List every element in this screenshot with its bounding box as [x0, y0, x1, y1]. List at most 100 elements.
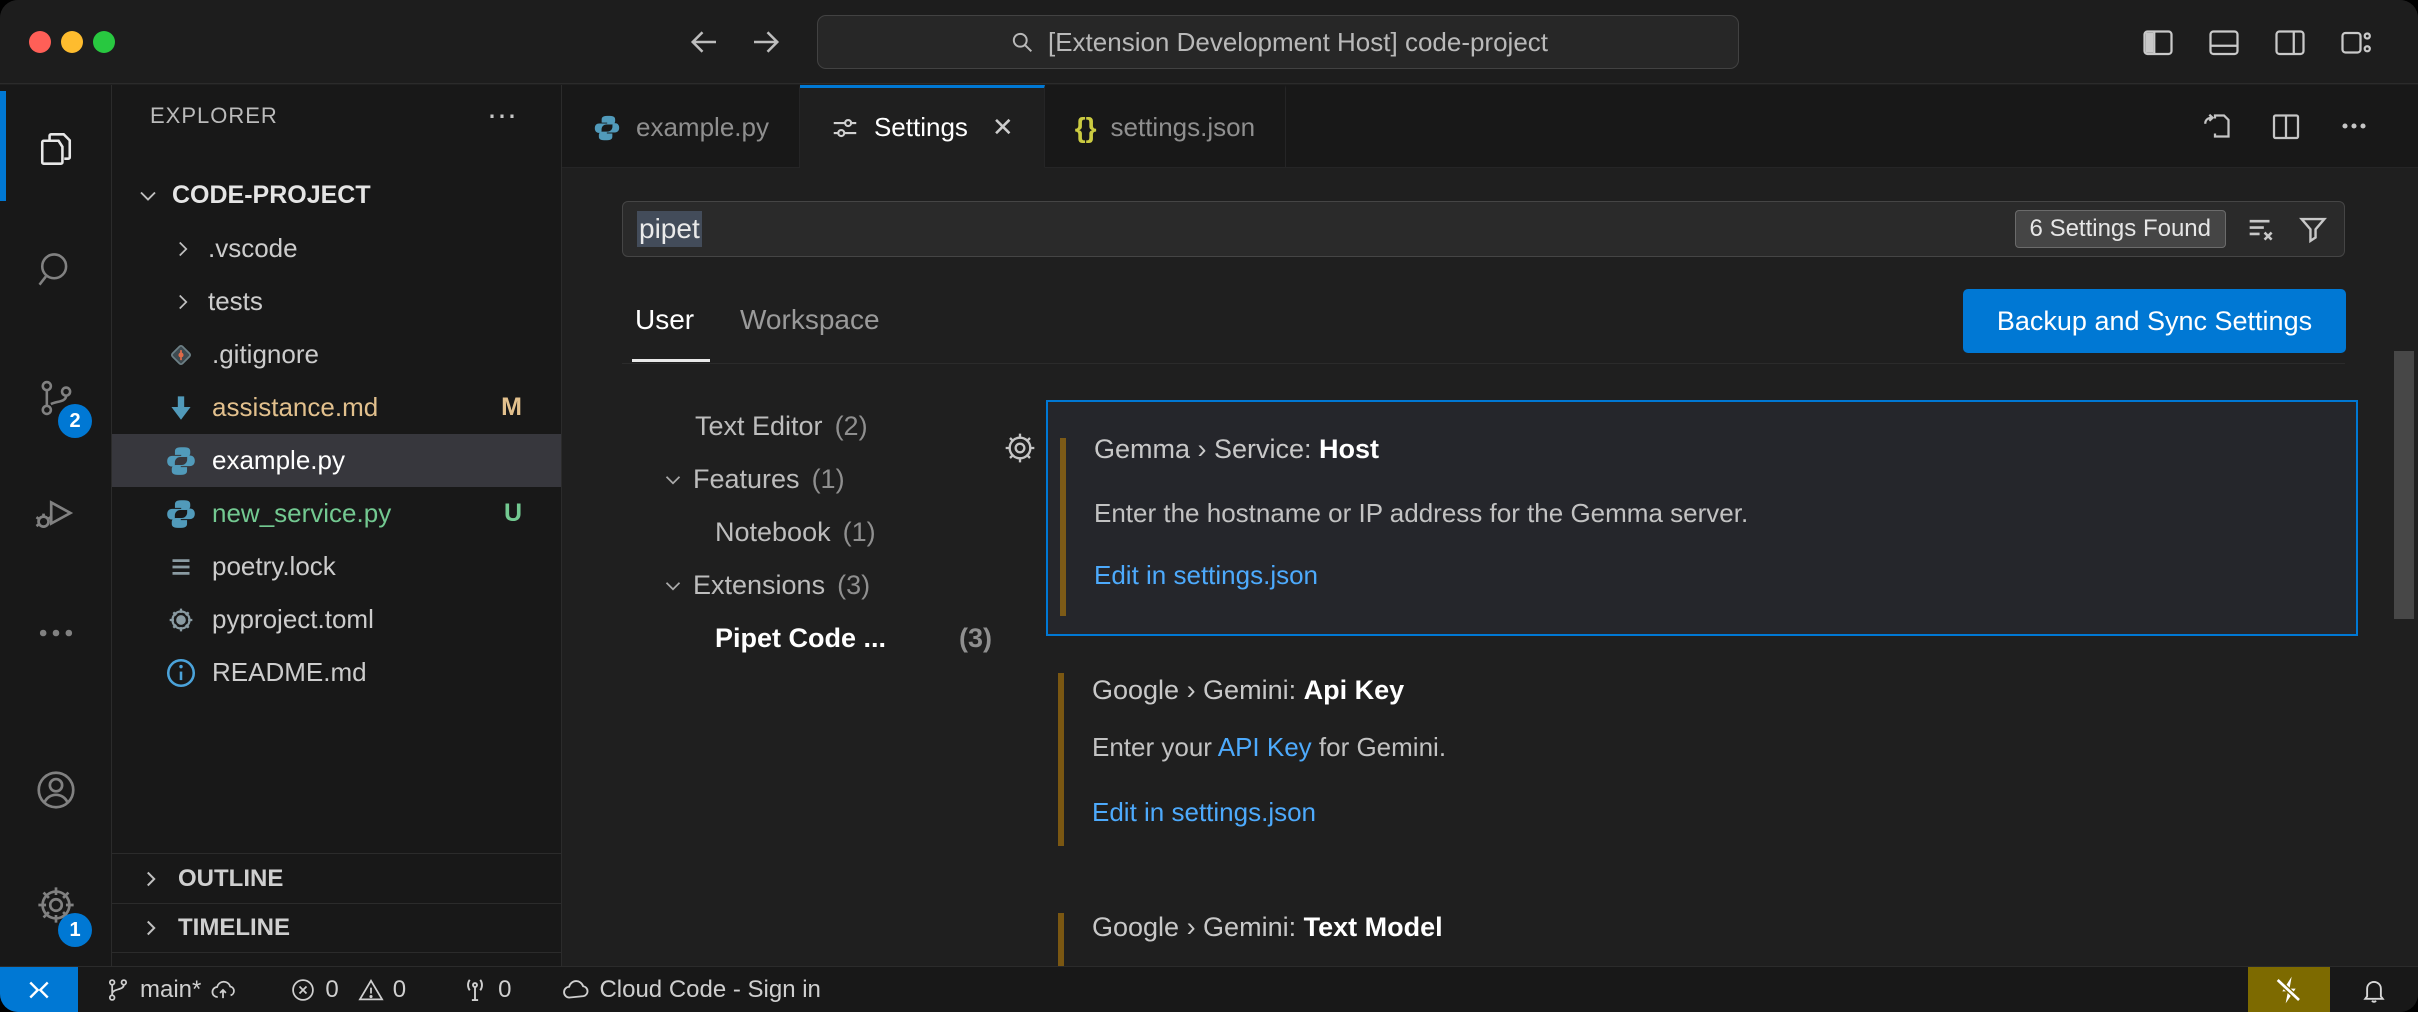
tree-item-pyproject-toml[interactable]: pyproject.toml [112, 593, 562, 646]
setting-title: Google › Gemini: Text Model [1092, 912, 1443, 943]
modified-indicator [1060, 438, 1066, 616]
chevron-right-icon [170, 289, 196, 315]
window-title: [Extension Development Host] code-projec… [1048, 27, 1548, 58]
activity-bar: 2 1 [0, 85, 112, 966]
chevron-right-icon [138, 866, 164, 892]
cloud-code-label: Cloud Code - Sign in [599, 976, 820, 1004]
vscode-window: [Extension Development Host] code-projec… [0, 0, 2418, 1012]
backup-sync-settings-button[interactable]: Backup and Sync Settings [1963, 289, 2346, 353]
scope-tab-user[interactable]: User [635, 304, 694, 336]
toggle-primary-sidebar-icon[interactable] [2140, 24, 2176, 60]
settings-search-input[interactable]: pipet 6 Settings Found [622, 201, 2345, 257]
setting-description: Enter your API Key for Gemini. [1092, 732, 1446, 763]
clear-settings-search-icon[interactable] [2244, 212, 2278, 246]
modified-indicator [1058, 673, 1064, 846]
setting-row-google-gemini-text-model[interactable]: Google › Gemini: Text Model [1046, 905, 2358, 966]
ports-count: 0 [498, 976, 511, 1004]
explorer-title: EXPLORER [150, 103, 278, 129]
close-tab-icon[interactable]: ✕ [992, 112, 1014, 143]
tree-item-example-py[interactable]: example.py [112, 434, 562, 487]
edit-in-settings-json-link[interactable]: Edit in settings.json [1094, 560, 1318, 591]
remote-indicator[interactable] [0, 967, 78, 1012]
settings-toc: Text Editor (2) Features (1) Notebook (1… [622, 400, 1014, 665]
chevron-down-icon [660, 573, 690, 599]
tree-root-code-project[interactable]: CODE-PROJECT [112, 169, 562, 222]
settings-sliders-icon [830, 113, 860, 143]
scrollbar-thumb[interactable] [2394, 351, 2414, 619]
toc-item-extensions[interactable]: Extensions (3) [622, 559, 1014, 612]
git-modified-badge: M [501, 393, 522, 422]
settings-list: Gemma › Service: Host Enter the hostname… [1046, 400, 2358, 966]
chevron-down-icon [134, 182, 162, 210]
search-view-icon[interactable] [0, 220, 112, 320]
run-debug-view-icon[interactable] [0, 463, 112, 563]
settings-gear-icon[interactable]: 1 [0, 855, 112, 955]
tree-item-gitignore[interactable]: .gitignore [112, 328, 562, 381]
setting-actions-gear-icon[interactable] [1000, 428, 1040, 468]
chevron-right-icon [138, 915, 164, 941]
tree-item-vscode-folder[interactable]: .vscode [112, 222, 562, 275]
tree-item-readme-md[interactable]: README.md [112, 646, 562, 699]
python-file-icon [164, 497, 198, 531]
scope-tab-workspace[interactable]: Workspace [740, 304, 880, 336]
tree-item-assistance-md[interactable]: assistance.md M [112, 381, 562, 434]
explorer-more-actions-icon[interactable]: ⋯ [487, 99, 519, 134]
additional-views-icon[interactable] [0, 583, 112, 683]
cloud-code-item[interactable]: Cloud Code - Sign in [561, 975, 820, 1005]
editor-more-actions-icon[interactable] [2336, 108, 2372, 144]
git-branch-item[interactable]: main* [104, 976, 237, 1004]
toc-item-pipet-code[interactable]: Pipet Code ... (3) [622, 612, 1014, 665]
modified-indicator [1058, 913, 1064, 966]
tab-settings-json[interactable]: {} settings.json [1045, 85, 1286, 168]
settings-found-badge: 6 Settings Found [2015, 210, 2226, 248]
zoom-window-button[interactable] [93, 31, 115, 53]
toggle-secondary-sidebar-icon[interactable] [2272, 24, 2308, 60]
split-editor-icon[interactable] [2268, 108, 2304, 144]
settings-search-value: pipet [637, 211, 702, 247]
active-scope-underline [632, 359, 710, 362]
explorer-view-icon[interactable] [0, 99, 112, 199]
notifications-bell-icon[interactable] [2330, 975, 2418, 1005]
ports-item[interactable]: 0 [460, 975, 511, 1005]
errors-icon [289, 976, 317, 1004]
warnings-icon [357, 976, 385, 1004]
setting-row-gemma-service-host[interactable]: Gemma › Service: Host Enter the hostname… [1046, 400, 2358, 636]
lock-file-icon [164, 550, 198, 584]
screencast-mode-item[interactable] [2248, 967, 2330, 1012]
toc-item-notebook[interactable]: Notebook (1) [622, 506, 1014, 559]
open-settings-json-icon[interactable] [2200, 108, 2236, 144]
timeline-section-header[interactable]: TIMELINE [112, 903, 562, 953]
tab-settings[interactable]: Settings ✕ [800, 85, 1045, 168]
command-center[interactable]: [Extension Development Host] code-projec… [817, 15, 1739, 69]
markdown-file-icon [164, 391, 198, 425]
settings-editor: pipet 6 Settings Found User Workspace Ba… [562, 168, 2418, 966]
source-control-view-icon[interactable]: 2 [0, 348, 112, 448]
tree-item-tests-folder[interactable]: tests [112, 275, 562, 328]
explorer-sidebar: EXPLORER ⋯ CODE-PROJECT .vscode tests [112, 85, 562, 966]
chevron-right-icon [170, 236, 196, 262]
error-count: 0 [325, 976, 338, 1004]
setting-row-google-gemini-api-key[interactable]: Google › Gemini: Api Key Enter your API … [1046, 660, 2358, 865]
problems-item[interactable]: 0 0 [289, 976, 406, 1004]
flash-off-icon [2273, 974, 2305, 1006]
tab-example-py[interactable]: example.py [562, 85, 800, 168]
edit-in-settings-json-link[interactable]: Edit in settings.json [1092, 797, 1316, 828]
filter-settings-icon[interactable] [2296, 212, 2330, 246]
api-key-link[interactable]: API Key [1218, 732, 1312, 762]
close-window-button[interactable] [29, 31, 51, 53]
python-file-icon [592, 113, 622, 143]
minimize-window-button[interactable] [61, 31, 83, 53]
tree-item-new-service-py[interactable]: new_service.py U [112, 487, 562, 540]
tab-strip: example.py Settings ✕ {} settings.json [562, 85, 2418, 168]
customize-layout-icon[interactable] [2338, 24, 2374, 60]
tree-item-poetry-lock[interactable]: poetry.lock [112, 540, 562, 593]
toggle-panel-icon[interactable] [2206, 24, 2242, 60]
navigate-back-button[interactable] [686, 24, 722, 60]
navigate-forward-button[interactable] [748, 24, 784, 60]
outline-section-header[interactable]: OUTLINE [112, 853, 562, 903]
toc-item-features[interactable]: Features (1) [622, 453, 1014, 506]
radio-tower-icon [460, 975, 490, 1005]
toc-item-text-editor[interactable]: Text Editor (2) [622, 400, 1014, 453]
scope-divider [622, 363, 2345, 364]
accounts-icon[interactable] [0, 740, 112, 840]
